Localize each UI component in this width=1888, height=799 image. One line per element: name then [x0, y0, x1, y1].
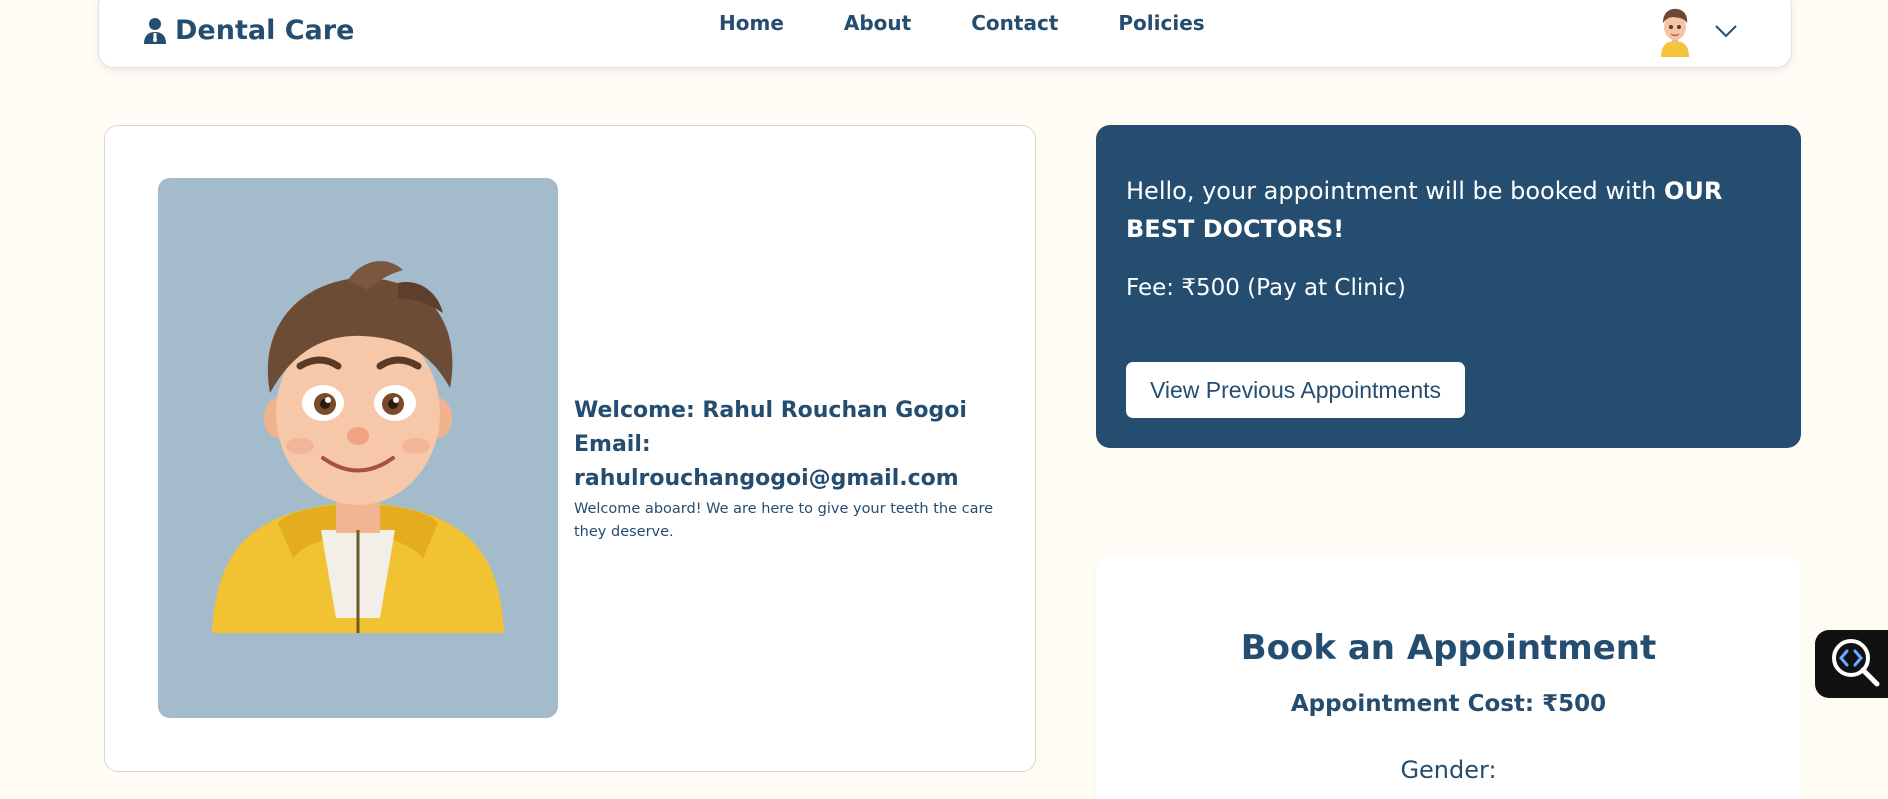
user-menu[interactable] — [1655, 5, 1739, 57]
nav-link-policies[interactable]: Policies — [1118, 11, 1204, 35]
appointment-cost: Appointment Cost: ₹500 — [1290, 691, 1607, 717]
booking-card: Book an Appointment Appointment Cost: ₹5… — [1096, 556, 1801, 799]
view-previous-appointments-button[interactable]: View Previous Appointments — [1126, 362, 1465, 418]
nav-link-about[interactable]: About — [844, 11, 911, 35]
brand[interactable]: Dental Care — [143, 15, 354, 46]
appointment-notice-card: Hello, your appointment will be booked w… — [1096, 125, 1801, 448]
profile-info: Welcome: Rahul Rouchan Gogoi Email: rahu… — [574, 394, 1014, 544]
user-email: Email: rahulrouchangogoi@gmail.com — [574, 432, 959, 491]
fee-text: Fee: ₹500 (Pay at Clinic) — [1126, 275, 1406, 301]
welcome-name: Welcome: Rahul Rouchan Gogoi — [574, 398, 967, 423]
booking-title: Book an Appointment — [1240, 628, 1657, 668]
profile-card: Welcome: Rahul Rouchan Gogoi Email: rahu… — [104, 125, 1036, 772]
profile-photo — [158, 178, 558, 718]
notice-message: Hello, your appointment will be booked w… — [1126, 177, 1657, 205]
nav-link-home[interactable]: Home — [719, 11, 784, 35]
user-doctor-icon — [143, 17, 167, 45]
notice-text: Hello, your appointment will be booked w… — [1126, 172, 1766, 248]
chevron-down-icon[interactable] — [1713, 21, 1739, 41]
nav-links: Home About Contact Policies — [719, 11, 1265, 35]
code-search-tool-button[interactable] — [1815, 630, 1888, 698]
avatar[interactable] — [1655, 5, 1695, 57]
welcome-message: Welcome aboard! We are here to give your… — [574, 501, 994, 540]
brand-name: Dental Care — [175, 15, 355, 46]
code-search-icon — [1827, 634, 1883, 694]
gender-label: Gender: — [1400, 756, 1497, 784]
nav-link-contact[interactable]: Contact — [971, 11, 1058, 35]
navbar: Dental Care Home About Contact Policies — [98, 0, 1792, 68]
